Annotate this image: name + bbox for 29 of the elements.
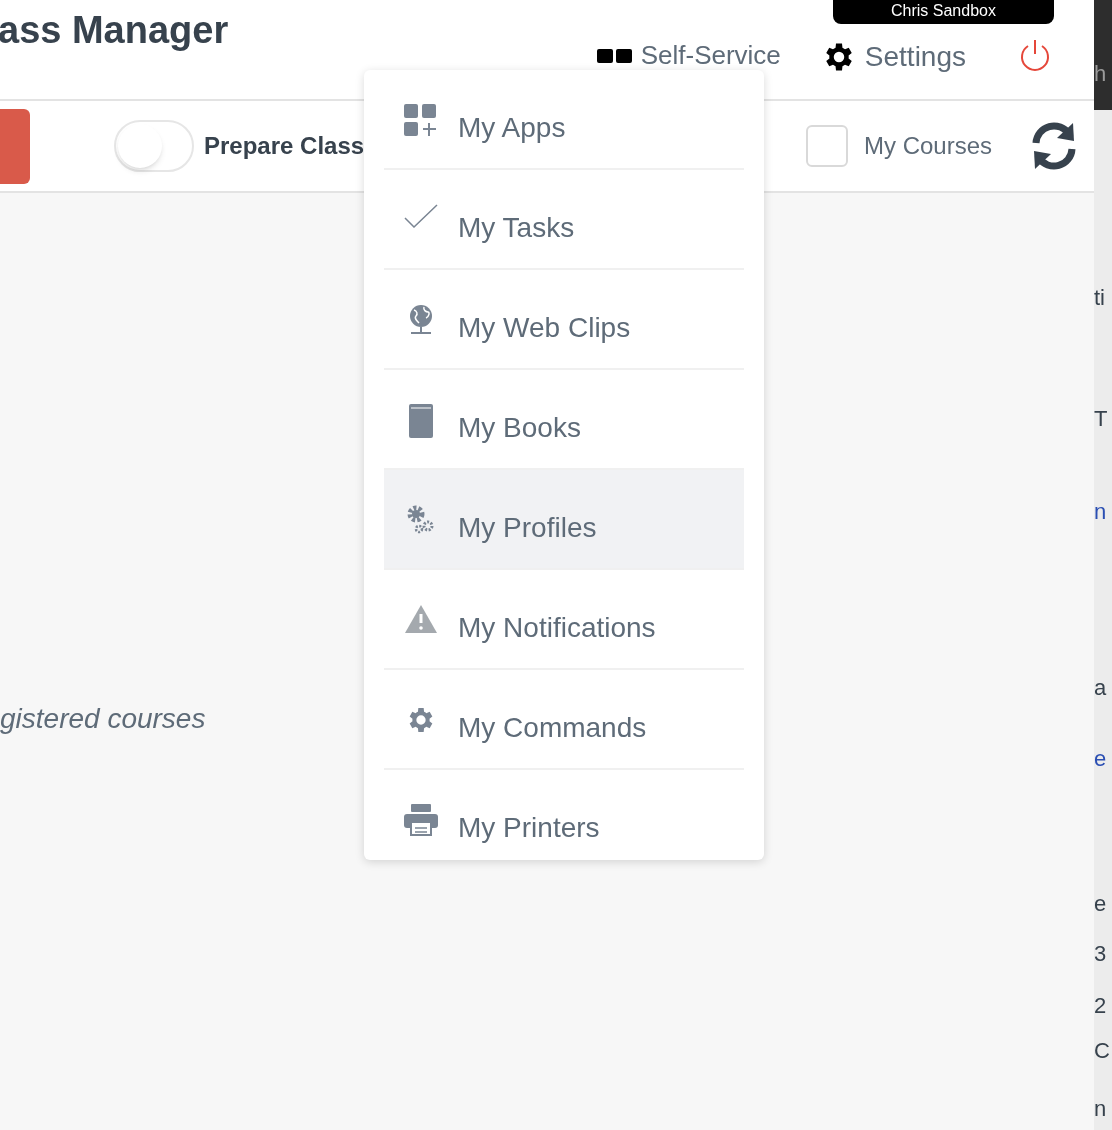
printer-icon bbox=[404, 804, 438, 836]
settings-link[interactable]: Settings bbox=[864, 36, 966, 78]
menu-item[interactable]: My Apps bbox=[384, 70, 744, 170]
text-fragment: h bbox=[1094, 60, 1107, 88]
power-icon[interactable] bbox=[1018, 38, 1052, 74]
text-fragment: n bbox=[1094, 498, 1107, 526]
text-fragment: T bbox=[1094, 405, 1108, 433]
text-fragment: n bbox=[1094, 1095, 1107, 1123]
text-fragment: ti bbox=[1094, 284, 1105, 312]
account-badge: Chris Sandbox bbox=[833, 0, 1054, 24]
checkbox[interactable] bbox=[805, 125, 848, 167]
checkbox-label: My Courses bbox=[863, 131, 992, 161]
empty-message: gistered courses bbox=[0, 702, 206, 736]
menu-item[interactable]: My Profiles bbox=[384, 470, 744, 570]
text-fragment: C bbox=[1094, 1037, 1110, 1065]
toggle-switch[interactable] bbox=[114, 120, 194, 172]
checkmark-icon bbox=[404, 204, 438, 228]
text-fragment: e bbox=[1094, 745, 1107, 773]
grid-icon bbox=[596, 48, 633, 63]
warning-icon bbox=[404, 604, 438, 634]
book-icon bbox=[408, 404, 434, 438]
toggle-label: Prepare Class bbox=[204, 131, 365, 161]
text-fragment: 3 bbox=[1094, 940, 1107, 968]
text-fragment: a bbox=[1094, 674, 1107, 702]
text-fragment: 2 bbox=[1094, 992, 1107, 1020]
add-apps-icon bbox=[404, 104, 438, 138]
action-button[interactable] bbox=[0, 108, 30, 184]
gears-icon bbox=[406, 504, 436, 534]
text-fragment: e bbox=[1094, 890, 1107, 918]
